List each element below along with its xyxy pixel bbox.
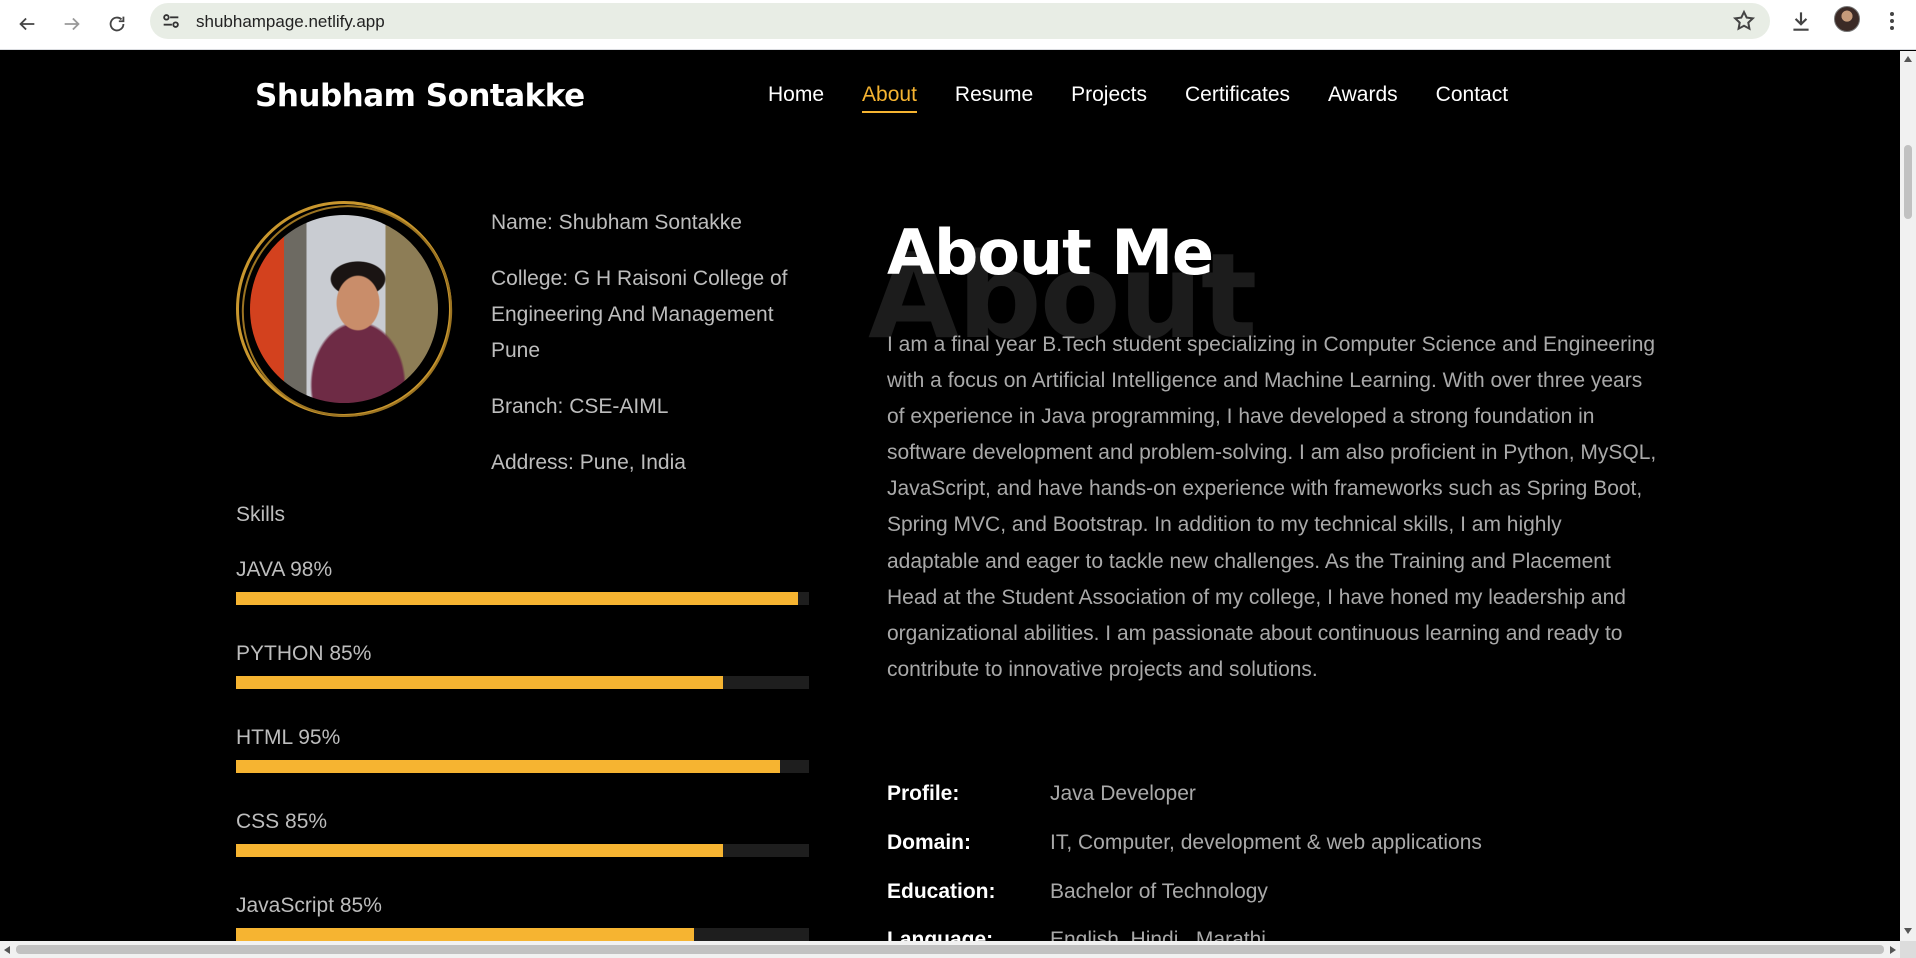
address-bar[interactable]: shubhampage.netlify.app <box>150 3 1770 39</box>
bookmark-star-icon[interactable] <box>1732 9 1756 33</box>
detail-key: Language: <box>887 928 994 941</box>
site-header: Shubham Sontakke Home About Resume Proje… <box>0 51 1900 141</box>
skill-label: JAVA 98% <box>236 558 333 581</box>
download-icon[interactable] <box>1788 8 1814 34</box>
nav-link-home[interactable]: Home <box>768 83 824 113</box>
nav-link-projects[interactable]: Projects <box>1071 83 1147 113</box>
skill-bar-track <box>236 844 809 857</box>
vertical-scroll-thumb[interactable] <box>1904 145 1912 219</box>
skill-bar-track <box>236 928 809 941</box>
skill-item: PYTHON 85% <box>236 642 809 689</box>
profile-details: Profile: Java Developer Domain: IT, Comp… <box>887 770 1647 941</box>
reload-button[interactable] <box>99 6 135 42</box>
scroll-left-arrow-icon[interactable] <box>4 946 10 954</box>
detail-row: Education: Bachelor of Technology <box>887 867 1647 916</box>
nav-link-resume[interactable]: Resume <box>955 83 1033 113</box>
info-name: Name: Shubham Sontakke <box>491 211 742 234</box>
info-address: Address: Pune, India <box>491 451 686 474</box>
profile-image <box>250 215 438 403</box>
detail-value: English, Hindi , Marathi <box>1050 928 1266 941</box>
arrow-right-icon <box>64 17 80 31</box>
main-nav: Home About Resume Projects Certificates … <box>768 83 1546 113</box>
nav-link-contact[interactable]: Contact <box>1436 83 1508 113</box>
detail-value: Java Developer <box>1050 782 1196 806</box>
detail-row: Profile: Java Developer <box>887 770 1647 819</box>
page-content: Shubham Sontakke Home About Resume Proje… <box>0 51 1900 941</box>
skill-item: JAVA 98% <box>236 558 809 605</box>
info-college: College: G H Raisoni College of Engineer… <box>491 267 788 362</box>
scroll-down-arrow-icon[interactable] <box>1904 928 1912 934</box>
info-branch: Branch: CSE-AIML <box>491 395 669 418</box>
detail-key: Domain: <box>887 831 971 855</box>
skill-bar-track <box>236 676 809 689</box>
reload-icon <box>109 16 125 32</box>
browser-toolbar: shubhampage.netlify.app <box>0 0 1916 50</box>
about-title: About Me <box>887 216 1214 289</box>
detail-value: IT, Computer, development & web applicat… <box>1050 831 1482 855</box>
nav-link-about[interactable]: About <box>862 83 917 113</box>
skill-item: CSS 85% <box>236 810 809 857</box>
scroll-right-arrow-icon[interactable] <box>1890 946 1896 954</box>
forward-button[interactable] <box>54 6 90 42</box>
skill-bar-fill <box>236 760 781 773</box>
skill-bar-track <box>236 592 809 605</box>
profile-photo <box>207 170 487 452</box>
detail-row: Domain: IT, Computer, development & web … <box>887 819 1647 868</box>
nav-link-awards[interactable]: Awards <box>1328 83 1398 113</box>
about-description: I am a final year B.Tech student special… <box>887 333 1657 681</box>
skill-bar-fill <box>236 928 695 941</box>
personal-info: Name: Shubham Sontakke College: G H Rais… <box>491 205 821 501</box>
skill-label: PYTHON 85% <box>236 642 372 665</box>
horizontal-scrollbar[interactable] <box>0 941 1900 958</box>
detail-key: Profile: <box>887 782 960 806</box>
detail-key: Education: <box>887 879 996 903</box>
site-logo[interactable]: Shubham Sontakke <box>255 78 585 114</box>
url-text[interactable]: shubhampage.netlify.app <box>196 12 385 32</box>
nav-link-certificates[interactable]: Certificates <box>1185 83 1290 113</box>
skill-label: CSS 85% <box>236 810 328 833</box>
vertical-scrollbar[interactable] <box>1900 51 1916 941</box>
skill-label: JavaScript 85% <box>236 894 382 917</box>
skill-bar-fill <box>236 592 798 605</box>
detail-value: Bachelor of Technology <box>1050 879 1268 903</box>
profile-avatar[interactable] <box>1834 6 1860 32</box>
scrollbar-corner <box>1900 941 1916 958</box>
skill-bar-track <box>236 760 809 773</box>
skills-heading: Skills <box>236 503 286 526</box>
detail-row: Language: English, Hindi , Marathi <box>887 916 1647 941</box>
skill-item: HTML 95% <box>236 726 809 773</box>
back-button[interactable] <box>9 6 45 42</box>
scroll-up-arrow-icon[interactable] <box>1904 56 1912 62</box>
skill-bar-fill <box>236 844 724 857</box>
arrow-left-icon <box>19 17 35 31</box>
more-options-icon[interactable] <box>1880 8 1904 34</box>
site-settings-icon[interactable] <box>160 10 182 32</box>
skill-item: JavaScript 85% <box>236 894 809 941</box>
skill-bar-fill <box>236 676 724 689</box>
skill-label: HTML 95% <box>236 726 341 749</box>
horizontal-scroll-thumb[interactable] <box>16 945 1884 954</box>
